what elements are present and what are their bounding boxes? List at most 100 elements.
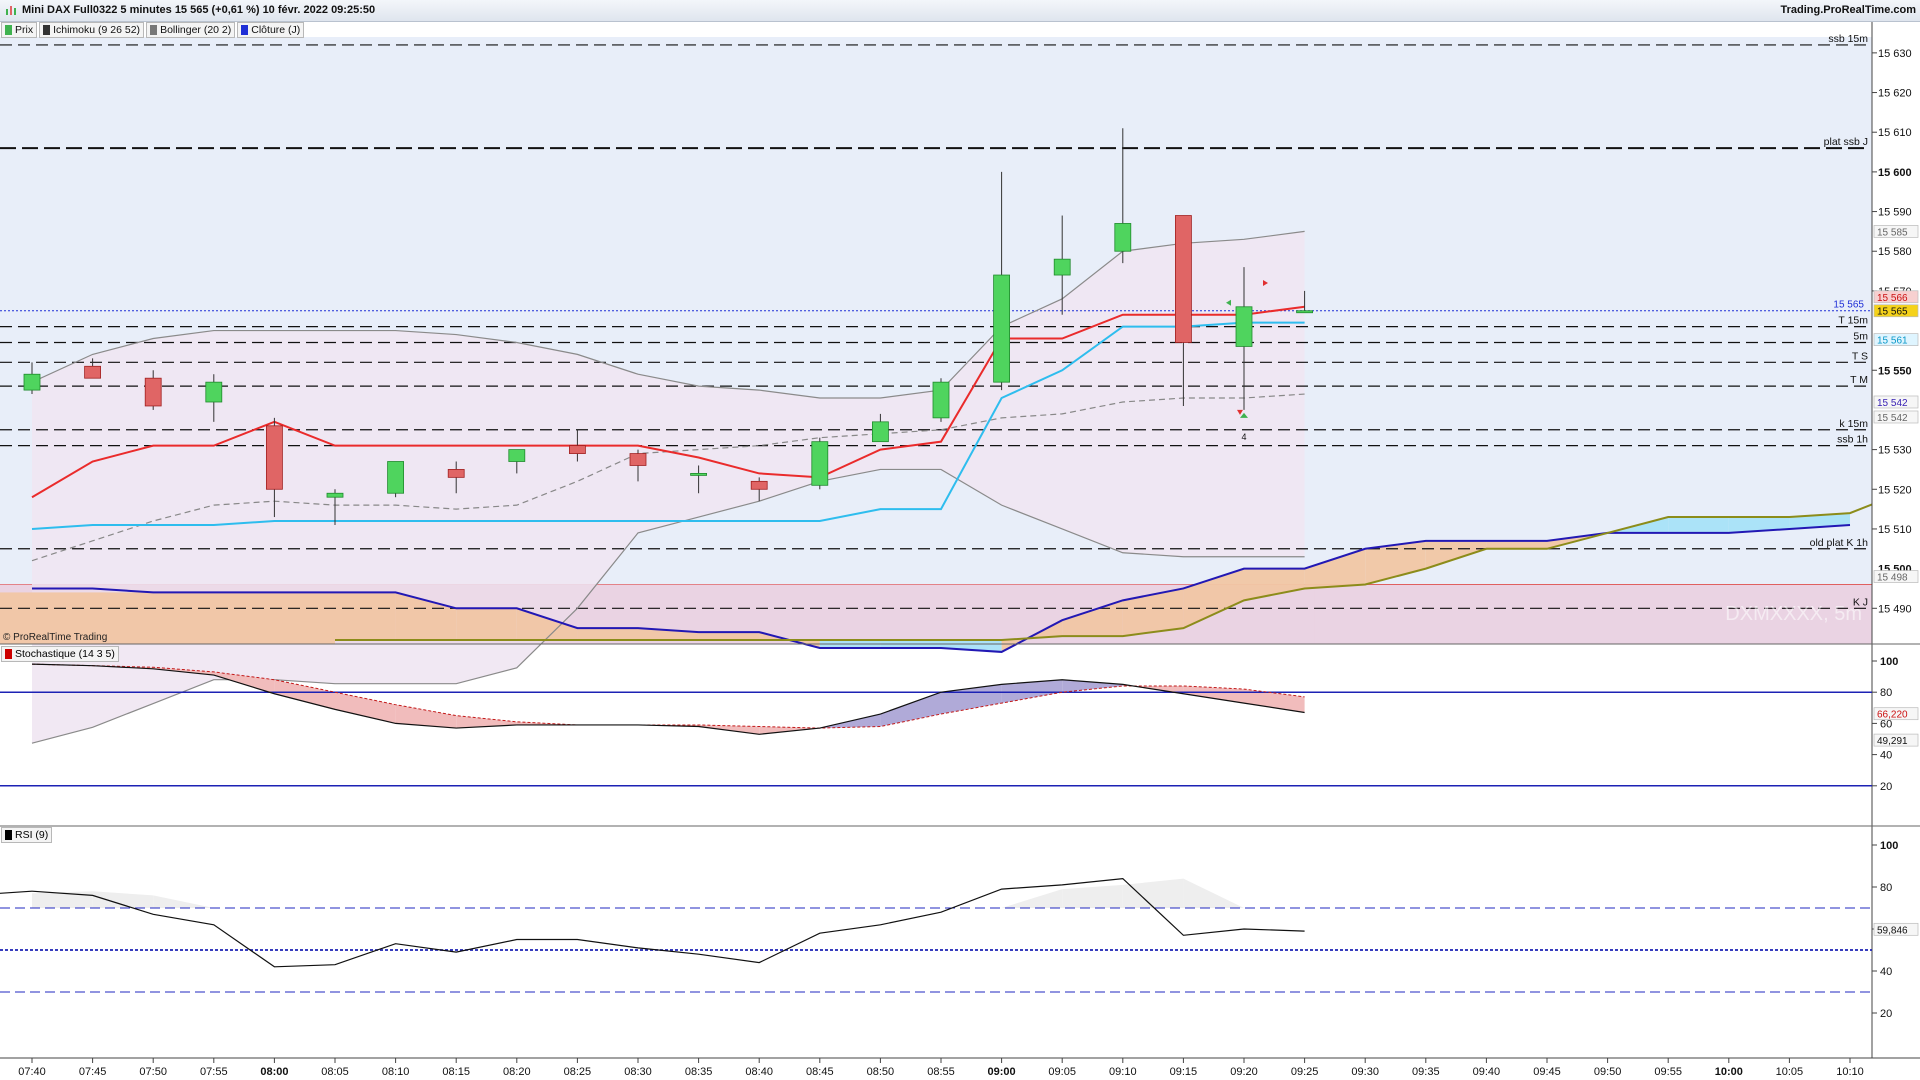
price-tick-label: 15 490 (1878, 603, 1912, 615)
time-tick-label: 09:55 (1654, 1066, 1682, 1078)
rsi-panel-label[interactable]: RSI (9) (1, 827, 53, 843)
stochastic-tick-label: 80 (1880, 687, 1892, 699)
price-badge-text: 15 585 (1877, 227, 1908, 238)
stochastic-badge-text: 49,291 (1877, 736, 1908, 747)
price-tick-label: 15 620 (1878, 88, 1912, 100)
time-tick-label: 09:15 (1170, 1066, 1198, 1078)
rsi-overbought-fill (1001, 889, 1063, 908)
rsi-title: RSI (9) (15, 829, 49, 841)
legend-chip-prix[interactable]: Prix (1, 22, 38, 38)
rsi-badge-text: 59,846 (1877, 925, 1908, 936)
time-tick-label: 09:10 (1109, 1066, 1137, 1078)
candle-body (84, 365, 101, 379)
price-badge-text: 15 561 (1877, 336, 1908, 347)
candle-body (1053, 258, 1071, 276)
candle-body (932, 381, 950, 419)
time-tick-label: 08:50 (867, 1066, 895, 1078)
hline-label: T M (1850, 374, 1868, 386)
price-tick-label: 15 630 (1878, 48, 1912, 60)
prix-swatch-icon (5, 25, 12, 35)
stochastic-tick-label: 40 (1880, 750, 1892, 762)
time-tick-label: 09:25 (1291, 1066, 1319, 1078)
rsi-overbought-fill (1062, 884, 1123, 908)
stochastic-badge-text: 66,220 (1877, 710, 1908, 721)
price-tick-label: 15 510 (1878, 524, 1912, 536)
price-tick-label: 15 550 (1878, 365, 1912, 377)
copyright-text: © ProRealTime Trading (3, 632, 108, 643)
time-tick-label: 09:00 (988, 1066, 1016, 1078)
candle-body (629, 453, 647, 466)
rsi-overbought-fill (92, 891, 154, 908)
legend-chip-cloture[interactable]: Clôture (J) (237, 22, 305, 38)
time-tick-label: 10:05 (1776, 1066, 1804, 1078)
legend-chip-ichimoku[interactable]: Ichimoku (9 26 52) (39, 22, 145, 38)
stochastic-fill-segment (335, 692, 396, 724)
last-price-label: 15 565 (1833, 300, 1864, 311)
time-tick-label: 09:45 (1533, 1066, 1561, 1078)
rsi-overbought-fill (1183, 878, 1244, 908)
candle-body (205, 381, 223, 403)
price-badge: 15 566 (1873, 290, 1919, 304)
candle-body (690, 473, 707, 476)
time-tick-label: 08:00 (260, 1066, 288, 1078)
ichimoku-swatch-icon (43, 25, 51, 35)
price-candle[interactable] (932, 378, 950, 422)
stochastic-tick-label: 100 (1880, 656, 1898, 668)
candle-body (508, 449, 526, 462)
candle-body (387, 461, 405, 494)
price-tick-label: 15 590 (1878, 207, 1912, 219)
time-tick-label: 08:55 (927, 1066, 955, 1078)
time-tick-label: 08:25 (564, 1066, 592, 1078)
time-tick-label: 10:00 (1715, 1066, 1743, 1078)
price-candle[interactable] (811, 437, 829, 490)
time-tick-label: 09:50 (1594, 1066, 1622, 1078)
rsi-swatch-icon (5, 830, 12, 840)
candle-body (1175, 215, 1192, 343)
stochastic-tick-label: 20 (1880, 781, 1892, 793)
ichimoku-cloud-segment (577, 628, 638, 641)
price-badge: 15 542 (1873, 395, 1919, 409)
legend-label: Prix (15, 24, 34, 36)
bollinger-swatch-icon (150, 25, 158, 35)
candle-body (265, 425, 283, 490)
rsi-tick-label: 100 (1880, 840, 1898, 852)
rsi-overbought-fill (1122, 878, 1184, 908)
ichimoku-cloud-segment (456, 608, 517, 641)
candle-body (993, 274, 1010, 383)
time-tick-label: 09:30 (1351, 1066, 1379, 1078)
candle-body (1114, 223, 1132, 252)
rsi-tick-label: 80 (1880, 882, 1892, 894)
hline-label: T S (1852, 350, 1868, 362)
price-tick-label: 15 610 (1878, 127, 1912, 139)
time-tick-label: 07:40 (18, 1066, 46, 1078)
stochastic-fill-segment (274, 679, 335, 710)
hline-label: old plat K 1h (1810, 537, 1869, 549)
price-badge-text: 15 542 (1877, 398, 1908, 409)
candle-body (144, 377, 162, 407)
price-badge: 15 565 (1873, 304, 1919, 318)
time-tick-label: 08:35 (685, 1066, 713, 1078)
candle-body (447, 469, 465, 478)
price-badge: 15 498 (1873, 570, 1919, 584)
price-tick-label: 15 580 (1878, 246, 1912, 258)
chart-canvas[interactable]: ssb 15m plat ssb J T 15m 5m T S T M k 15m ssb 1… (0, 0, 1920, 1080)
time-tick-label: 08:15 (442, 1066, 470, 1078)
price-badge: 15 561 (1873, 333, 1919, 347)
time-tick-label: 08:30 (624, 1066, 652, 1078)
candle-body (326, 492, 344, 498)
price-candle[interactable] (387, 461, 405, 498)
indicator-legend: Prix Ichimoku (9 26 52) Bollinger (20 2)… (1, 22, 305, 38)
hline-label: ssb 1h (1837, 434, 1868, 446)
time-tick-label: 08:10 (382, 1066, 410, 1078)
candle-body (569, 445, 586, 454)
hline-label: plat ssb J (1824, 136, 1868, 148)
price-tick-label: 15 520 (1878, 484, 1912, 496)
time-tick-label: 09:20 (1230, 1066, 1258, 1078)
time-tick-label: 10:10 (1836, 1066, 1864, 1078)
time-tick-label: 08:40 (745, 1066, 773, 1078)
price-axis-background (1872, 22, 1920, 644)
stochastic-panel-label[interactable]: Stochastique (14 3 5) (1, 646, 119, 662)
legend-chip-bollinger[interactable]: Bollinger (20 2) (146, 22, 236, 38)
time-tick-label: 07:55 (200, 1066, 228, 1078)
candle-body (1296, 310, 1313, 314)
